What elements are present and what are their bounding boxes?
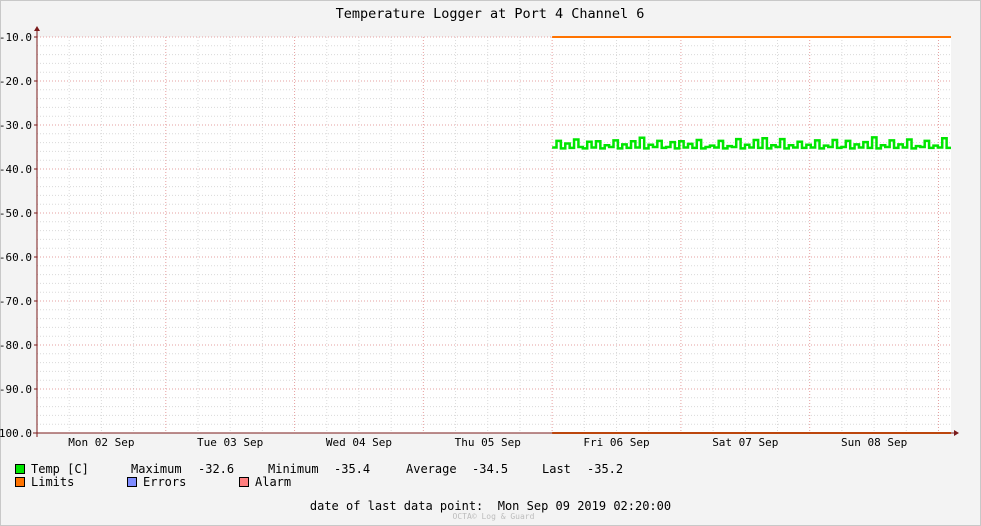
x-tick-label: Fri 06 Sep — [583, 436, 649, 449]
y-tick-label: -10.0 — [0, 31, 32, 44]
chart-title: Temperature Logger at Port 4 Channel 6 — [336, 6, 645, 22]
chart-svg: Temperature Logger at Port 4 Channel 6 -… — [0, 6, 959, 449]
max-label: Maximum — [131, 462, 182, 476]
legend-limits-label: Limits — [31, 475, 75, 489]
grid-layer — [36, 36, 951, 434]
avg-value: -34.5 — [472, 462, 509, 476]
y-tick-label: -20.0 — [0, 75, 32, 88]
watermark: OCTA© Log & Guard — [452, 512, 535, 521]
max-value: -32.6 — [198, 462, 235, 476]
legend-alarm-label: Alarm — [255, 475, 292, 489]
min-label: Minimum — [268, 462, 319, 476]
alarm-swatch — [239, 477, 249, 487]
last-data-point-line: date of last data point: Mon Sep 09 2019… — [0, 499, 981, 513]
temp-swatch — [15, 464, 25, 474]
y-tick-label: -80.0 — [0, 339, 32, 352]
y-tick-label: -40.0 — [0, 163, 32, 176]
plot-area — [37, 37, 951, 433]
y-axis-arrow — [34, 26, 40, 31]
avg-label: Average — [406, 462, 457, 476]
legend-temp-label: Temp [C] — [31, 462, 89, 476]
last-value: -35.2 — [587, 462, 624, 476]
errors-swatch — [127, 477, 137, 487]
x-axis-arrow — [954, 430, 959, 436]
x-tick-label: Thu 05 Sep — [455, 436, 521, 449]
limits-swatch — [15, 477, 25, 487]
last-data-point-label: date of last data point: — [309, 499, 484, 513]
x-tick-label: Wed 04 Sep — [326, 436, 392, 449]
x-tick-label: Tue 03 Sep — [197, 436, 263, 449]
y-tick-label: -30.0 — [0, 119, 32, 132]
x-tick-label: Mon 02 Sep — [68, 436, 134, 449]
legend-temp-row: Temp [C] Maximum -32.6 Minimum -35.4 Ave… — [15, 462, 623, 476]
y-tick-label: -90.0 — [0, 383, 32, 396]
y-tick-label: -70.0 — [0, 295, 32, 308]
y-tick-label: -60.0 — [0, 251, 32, 264]
x-tick-label: Sat 07 Sep — [712, 436, 778, 449]
y-tick-label: -50.0 — [0, 207, 32, 220]
y-tick-label: -100.0 — [0, 427, 32, 440]
min-value: -35.4 — [334, 462, 371, 476]
last-data-point-value: Mon Sep 09 2019 02:20:00 — [497, 499, 672, 513]
x-tick-label: Sun 08 Sep — [841, 436, 907, 449]
last-label: Last — [542, 462, 571, 476]
legend-errors-label: Errors — [143, 475, 187, 489]
legend-second-row: Limits Errors Alarm — [15, 475, 291, 489]
